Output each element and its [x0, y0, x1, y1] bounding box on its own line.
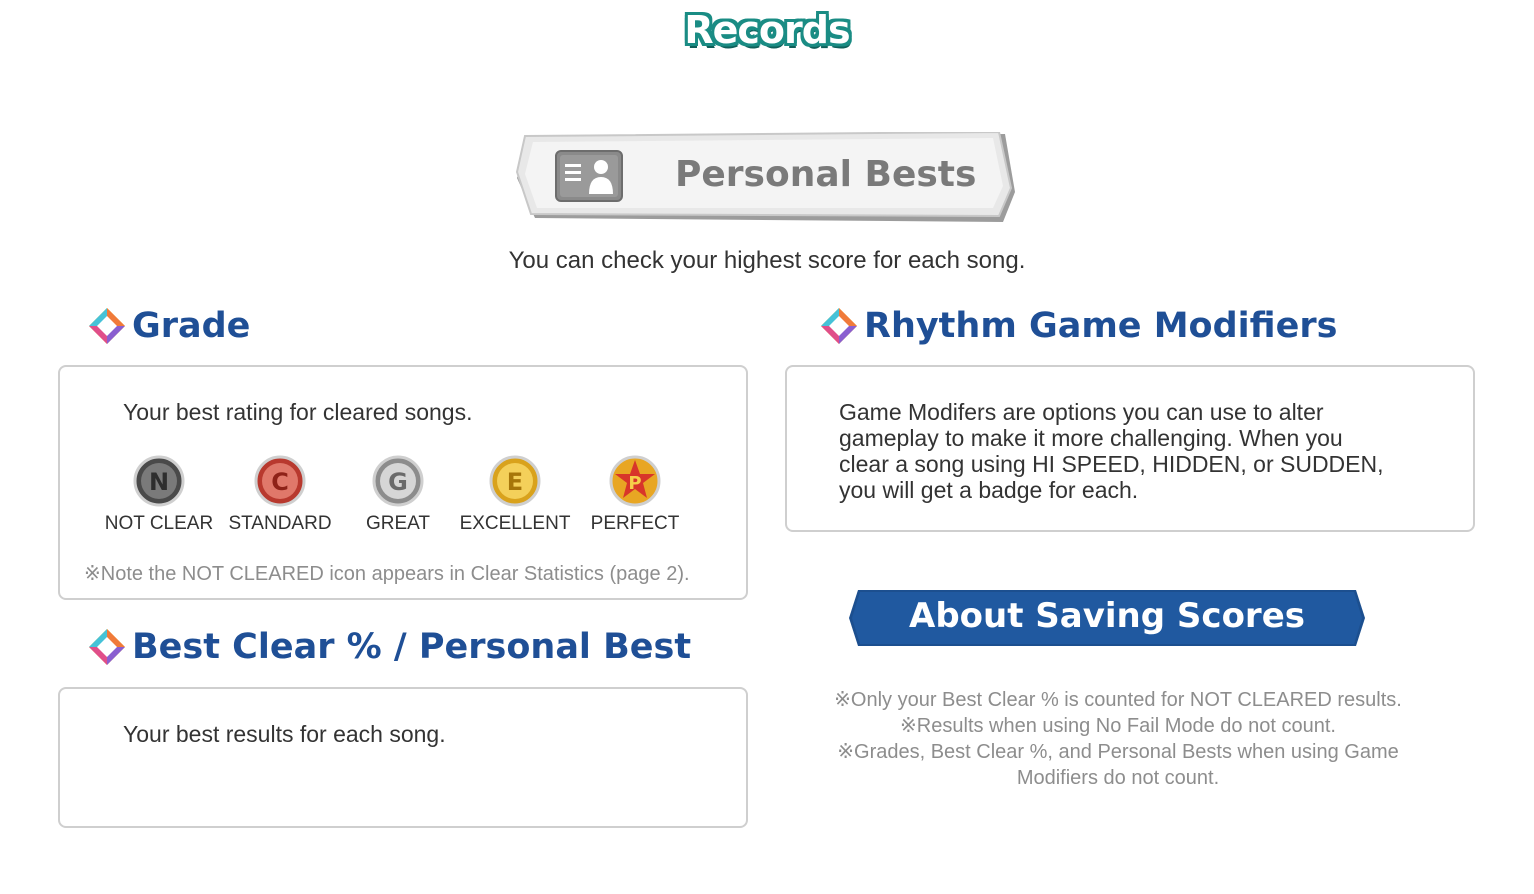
personal-bests-subtitle: You can check your highest score for eac…	[508, 247, 1026, 274]
great-badge-icon: G	[372, 455, 424, 507]
diamond-gem-icon	[821, 308, 857, 344]
saving-note: Modifiers do not count.	[1016, 767, 1220, 789]
badge-label-great: GREAT	[365, 513, 431, 534]
badge-label-not-clear: NOT CLEAR	[104, 513, 214, 534]
badge-great: G GREAT	[333, 455, 463, 535]
modifiers-line: gameplay to make it more challenging. Wh…	[839, 425, 1343, 451]
badge-not-clear: N NOT CLEAR	[94, 455, 224, 535]
svg-text:P: P	[628, 473, 641, 494]
modifiers-line: clear a song using HI SPEED, HIDDEN, or …	[839, 451, 1384, 477]
modifiers-description: Game Modifers are options you can use to…	[839, 399, 1384, 503]
personal-bests-label: Personal Bests	[675, 154, 977, 195]
saving-note: ※Grades, Best Clear %, and Personal Best…	[837, 741, 1399, 763]
diamond-gem-icon	[89, 308, 125, 344]
standard-badge-icon: C	[254, 455, 306, 507]
grade-note: ※Note the NOT CLEARED icon appears in Cl…	[84, 563, 690, 585]
profile-card-icon	[555, 150, 623, 202]
modifiers-heading-text: Rhythm Game Modifiers	[864, 306, 1338, 346]
modifiers-line: you will get a badge for each.	[839, 477, 1139, 503]
modifiers-card: Game Modifers are options you can use to…	[785, 365, 1475, 532]
modifiers-line: Game Modifers are options you can use to…	[839, 399, 1324, 425]
grade-heading: Grade	[88, 306, 250, 346]
badge-standard: C STANDARD	[215, 455, 345, 535]
page-title: Records	[684, 8, 850, 52]
saving-note: ※Only your Best Clear % is counted for N…	[834, 689, 1402, 711]
about-saving-banner: About Saving Scores	[848, 588, 1366, 648]
personal-bests-banner: Personal Bests	[515, 132, 1020, 224]
badge-label-excellent: EXCELLENT	[459, 513, 571, 534]
svg-text:G: G	[388, 468, 408, 496]
badge-perfect: P PERFECT	[570, 455, 700, 535]
excellent-badge-icon: E	[489, 455, 541, 507]
best-clear-card: Your best results for each song.	[58, 687, 748, 828]
best-clear-heading: Best Clear % / Personal Best	[88, 627, 691, 667]
not-clear-badge-icon: N	[133, 455, 185, 507]
saving-note: ※Results when using No Fail Mode do not …	[900, 715, 1336, 737]
grade-description: Your best rating for cleared songs.	[123, 399, 473, 425]
grade-heading-text: Grade	[132, 306, 251, 346]
svg-text:E: E	[507, 468, 523, 496]
svg-text:C: C	[271, 468, 289, 496]
badge-label-perfect: PERFECT	[590, 513, 680, 534]
modifiers-heading: Rhythm Game Modifiers	[820, 306, 1337, 346]
about-saving-label: About Saving Scores	[909, 596, 1305, 636]
perfect-badge-icon: P	[609, 455, 661, 507]
badge-excellent: E EXCELLENT	[450, 455, 580, 535]
svg-text:N: N	[149, 468, 169, 496]
best-clear-heading-text: Best Clear % / Personal Best	[132, 627, 692, 667]
grade-card: Your best rating for cleared songs. N NO…	[58, 365, 748, 600]
about-saving-notes: ※Only your Best Clear % is counted for N…	[800, 687, 1436, 791]
diamond-gem-icon	[89, 629, 125, 665]
badge-label-standard: STANDARD	[228, 513, 332, 534]
best-clear-description: Your best results for each song.	[123, 721, 446, 747]
